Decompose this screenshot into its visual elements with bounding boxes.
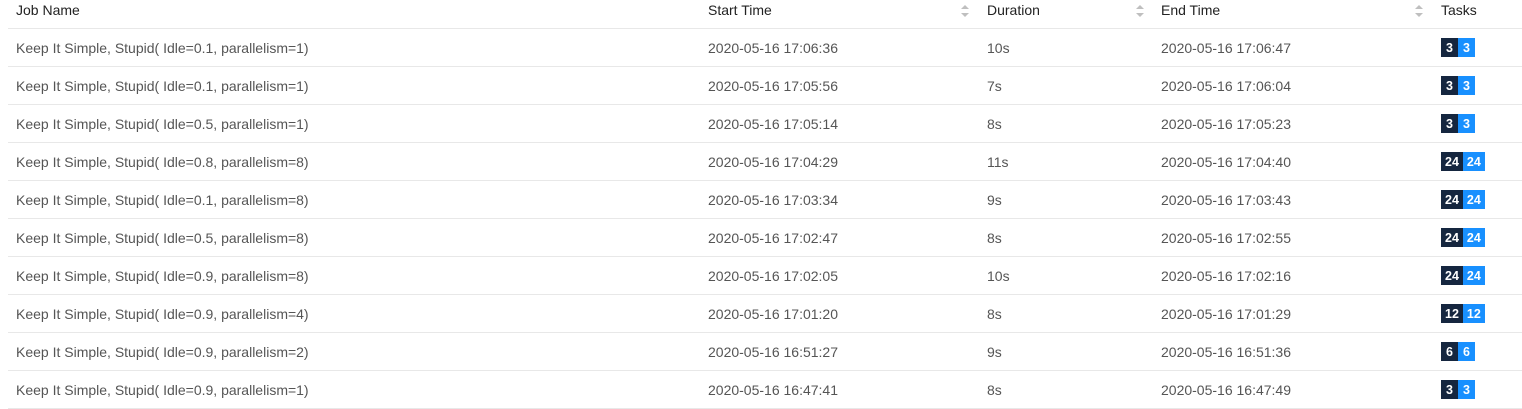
- tasks-finished-badge: 3: [1458, 114, 1475, 133]
- table-row[interactable]: Keep It Simple, Stupid( Idle=0.5, parall…: [8, 219, 1522, 257]
- column-header-end-time[interactable]: End Time: [1161, 0, 1220, 28]
- tasks-finished-badge: 24: [1462, 190, 1485, 209]
- end-time-cell: 2020-05-16 17:05:23: [1161, 115, 1291, 132]
- job-name-cell: Keep It Simple, Stupid( Idle=0.5, parall…: [16, 229, 309, 246]
- tasks-finished-badge: 12: [1462, 304, 1485, 323]
- table-row[interactable]: Keep It Simple, Stupid( Idle=0.9, parall…: [8, 333, 1522, 371]
- end-time-cell: 2020-05-16 16:51:36: [1161, 343, 1291, 360]
- tasks-total-badge: 3: [1441, 76, 1458, 95]
- job-name-cell: Keep It Simple, Stupid( Idle=0.8, parall…: [16, 153, 309, 170]
- end-time-cell: 2020-05-16 17:01:29: [1161, 305, 1291, 322]
- tasks-cell: 24 24: [1441, 257, 1485, 294]
- tasks-finished-badge: 24: [1462, 266, 1485, 285]
- table-row[interactable]: Keep It Simple, Stupid( Idle=0.9, parall…: [8, 257, 1522, 295]
- start-time-cell: 2020-05-16 17:02:05: [708, 267, 838, 284]
- job-name-cell: Keep It Simple, Stupid( Idle=0.1, parall…: [16, 191, 309, 208]
- tasks-total-badge: 3: [1441, 380, 1458, 399]
- tasks-cell: 24 24: [1441, 143, 1485, 180]
- tasks-cell: 66: [1441, 333, 1475, 370]
- tasks-total-badge: 12: [1441, 304, 1463, 323]
- tasks-cell: 12 12: [1441, 295, 1485, 332]
- table-row[interactable]: Keep It Simple, Stupid( Idle=0.5, parall…: [8, 105, 1522, 143]
- tasks-cell: 33: [1441, 29, 1475, 66]
- table-row[interactable]: Keep It Simple, Stupid( Idle=0.1, parall…: [8, 181, 1522, 219]
- tasks-finished-badge: 3: [1458, 38, 1475, 57]
- tasks-total-badge: 3: [1441, 38, 1458, 57]
- end-time-cell: 2020-05-16 16:47:49: [1161, 381, 1291, 398]
- duration-cell: 9s: [987, 343, 1002, 360]
- job-name-cell: Keep It Simple, Stupid( Idle=0.1, parall…: [16, 39, 309, 56]
- end-time-cell: 2020-05-16 17:03:43: [1161, 191, 1291, 208]
- start-time-cell: 2020-05-16 17:06:36: [708, 39, 838, 56]
- job-name-cell: Keep It Simple, Stupid( Idle=0.1, parall…: [16, 77, 309, 94]
- tasks-total-badge: 24: [1441, 266, 1463, 285]
- tasks-finished-badge: 24: [1462, 228, 1485, 247]
- tasks-finished-badge: 3: [1458, 380, 1475, 399]
- job-name-cell: Keep It Simple, Stupid( Idle=0.9, parall…: [16, 381, 309, 398]
- job-name-cell: Keep It Simple, Stupid( Idle=0.9, parall…: [16, 305, 309, 322]
- table-header: Job Name Start Time Duration End Time Ta…: [8, 0, 1522, 29]
- table-row[interactable]: Keep It Simple, Stupid( Idle=0.9, parall…: [8, 371, 1522, 409]
- tasks-finished-badge: 3: [1458, 76, 1475, 95]
- column-header-start-time[interactable]: Start Time: [708, 0, 772, 28]
- duration-cell: 10s: [987, 39, 1010, 56]
- start-time-cell: 2020-05-16 17:02:47: [708, 229, 838, 246]
- start-time-cell: 2020-05-16 17:05:56: [708, 77, 838, 94]
- duration-cell: 11s: [987, 153, 1009, 170]
- tasks-total-badge: 24: [1441, 190, 1463, 209]
- start-time-cell: 2020-05-16 17:03:34: [708, 191, 838, 208]
- job-name-cell: Keep It Simple, Stupid( Idle=0.9, parall…: [16, 343, 309, 360]
- start-time-cell: 2020-05-16 17:05:14: [708, 115, 838, 132]
- duration-cell: 8s: [987, 305, 1002, 322]
- duration-cell: 8s: [987, 229, 1002, 246]
- jobs-table: Job Name Start Time Duration End Time Ta…: [8, 0, 1522, 409]
- column-header-duration[interactable]: Duration: [987, 0, 1040, 28]
- tasks-total-badge: 3: [1441, 114, 1458, 133]
- duration-cell: 8s: [987, 381, 1002, 398]
- tasks-cell: 24 24: [1441, 181, 1485, 218]
- duration-cell: 10s: [987, 267, 1010, 284]
- table-row[interactable]: Keep It Simple, Stupid( Idle=0.1, parall…: [8, 29, 1522, 67]
- tasks-total-badge: 6: [1441, 342, 1458, 361]
- table-row[interactable]: Keep It Simple, Stupid( Idle=0.1, parall…: [8, 67, 1522, 105]
- job-name-cell: Keep It Simple, Stupid( Idle=0.5, parall…: [16, 115, 309, 132]
- tasks-finished-badge: 6: [1458, 342, 1475, 361]
- duration-cell: 8s: [987, 115, 1002, 132]
- sort-caret-icon[interactable]: [1414, 3, 1424, 19]
- start-time-cell: 2020-05-16 17:01:20: [708, 305, 838, 322]
- tasks-cell: 33: [1441, 371, 1475, 408]
- column-header-job-name: Job Name: [16, 2, 80, 18]
- start-time-cell: 2020-05-16 16:51:27: [708, 343, 838, 360]
- table-row[interactable]: Keep It Simple, Stupid( Idle=0.8, parall…: [8, 143, 1522, 181]
- duration-cell: 7s: [987, 77, 1002, 94]
- table-row[interactable]: Keep It Simple, Stupid( Idle=0.9, parall…: [8, 295, 1522, 333]
- tasks-cell: 33: [1441, 105, 1475, 142]
- column-header-tasks: Tasks: [1441, 2, 1477, 18]
- end-time-cell: 2020-05-16 17:06:47: [1161, 39, 1291, 56]
- end-time-cell: 2020-05-16 17:02:55: [1161, 229, 1291, 246]
- end-time-cell: 2020-05-16 17:06:04: [1161, 77, 1291, 94]
- tasks-total-badge: 24: [1441, 152, 1463, 171]
- tasks-cell: 24 24: [1441, 219, 1485, 256]
- sort-caret-icon[interactable]: [960, 3, 970, 19]
- start-time-cell: 2020-05-16 17:04:29: [708, 153, 838, 170]
- sort-caret-icon[interactable]: [1135, 3, 1145, 19]
- duration-cell: 9s: [987, 191, 1002, 208]
- end-time-cell: 2020-05-16 17:02:16: [1161, 267, 1291, 284]
- tasks-finished-badge: 24: [1462, 152, 1485, 171]
- tasks-total-badge: 24: [1441, 228, 1463, 247]
- start-time-cell: 2020-05-16 16:47:41: [708, 381, 838, 398]
- tasks-cell: 33: [1441, 67, 1475, 104]
- job-name-cell: Keep It Simple, Stupid( Idle=0.9, parall…: [16, 267, 309, 284]
- end-time-cell: 2020-05-16 17:04:40: [1161, 153, 1291, 170]
